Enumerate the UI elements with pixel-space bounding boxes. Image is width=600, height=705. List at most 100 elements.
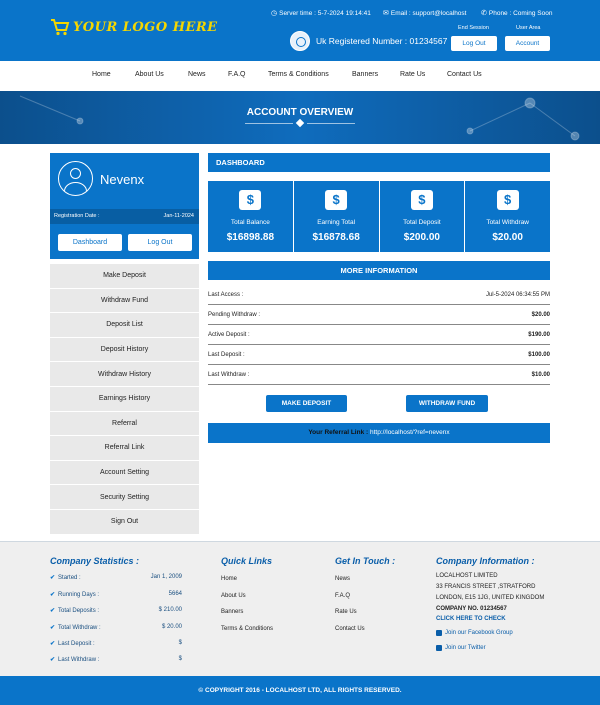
referral-link-bar: Your Referral Link : http://localhost/?r… bbox=[208, 423, 550, 443]
info-label: Last Access : bbox=[208, 292, 244, 298]
menu-deposit-list[interactable]: Deposit List bbox=[50, 313, 199, 338]
info-value: $190.00 bbox=[528, 332, 550, 338]
nav-terms[interactable]: Terms & Conditions bbox=[268, 71, 329, 78]
footer-stat-value: $ 210.00 bbox=[158, 607, 182, 613]
menu-account-setting[interactable]: Account Setting bbox=[50, 460, 199, 486]
facebook-icon bbox=[436, 630, 442, 636]
check-icon: ✔ bbox=[50, 641, 56, 647]
clock-icon: ◷ bbox=[271, 10, 278, 17]
quick-links-title: Quick Links bbox=[221, 556, 273, 566]
company-information-title: Company Information : bbox=[436, 556, 535, 566]
footer-stat-label: Started : bbox=[58, 575, 81, 581]
user-avatar-icon bbox=[58, 161, 93, 196]
profile-name: Nevenx bbox=[100, 172, 145, 187]
click-here-link[interactable]: CLICK HERE TO CHECK bbox=[436, 616, 506, 622]
facebook-link[interactable]: Join our Facebook Group bbox=[436, 630, 513, 636]
info-last-deposit: Last Deposit : $100.00 bbox=[208, 345, 550, 365]
facebook-text: Join our Facebook Group bbox=[445, 630, 513, 636]
hand-money-icon: $ bbox=[410, 190, 433, 210]
get-in-touch-title: Get In Touch : bbox=[335, 556, 396, 566]
info-label: Active Deposit : bbox=[208, 332, 250, 338]
main-nav: Home About Us News F.A.Q Terms & Conditi… bbox=[0, 61, 600, 91]
site-logo[interactable]: YOUR LOGO HERE bbox=[50, 17, 218, 37]
nav-contact-us[interactable]: Contact Us bbox=[447, 71, 482, 78]
menu-deposit-history[interactable]: Deposit History bbox=[50, 337, 199, 363]
check-icon: ✔ bbox=[50, 625, 56, 631]
stat-earning-total: $ Earning Total $16878.68 bbox=[294, 181, 380, 252]
money-bill-icon: $ bbox=[239, 190, 262, 210]
footer-stat-running-days: ✔ Running Days : bbox=[50, 591, 99, 598]
nav-about-us[interactable]: About Us bbox=[135, 71, 164, 78]
info-last-access: Last Access : Jul-5-2024 06:34:55 PM bbox=[208, 285, 550, 305]
company-name: LOCALHOST LIMITED bbox=[436, 573, 498, 579]
title-divider-right bbox=[307, 123, 355, 124]
nav-banners[interactable]: Banners bbox=[352, 71, 378, 78]
top-header: YOUR LOGO HERE ◷ Server time : 5-7-2024 … bbox=[0, 0, 600, 61]
footer-stat-value: 5664 bbox=[168, 591, 182, 597]
end-session-label: End Session bbox=[458, 25, 489, 31]
chart-dollar-icon: $ bbox=[496, 190, 519, 210]
menu-make-deposit[interactable]: Make Deposit bbox=[50, 264, 199, 289]
footer-stat-total-withdraw: ✔ Total Withdraw : bbox=[50, 624, 101, 631]
footer-link-banners[interactable]: Banners bbox=[221, 609, 243, 615]
twitter-text: Join our Twitter bbox=[445, 645, 486, 651]
check-icon: ✔ bbox=[50, 608, 56, 614]
crest-icon bbox=[290, 31, 310, 51]
cart-icon bbox=[51, 19, 70, 36]
page-title: ACCOUNT OVERVIEW bbox=[246, 107, 354, 118]
nav-news[interactable]: News bbox=[188, 71, 206, 78]
footer-link-news[interactable]: News bbox=[335, 576, 350, 582]
footer-link-home[interactable]: Home bbox=[221, 576, 237, 582]
footer-stat-label: Last Withdraw : bbox=[58, 657, 100, 663]
footer-link-faq[interactable]: F.A.Q bbox=[335, 593, 350, 599]
footer-link-about-us[interactable]: About Us bbox=[221, 593, 246, 599]
stat-label: Earning Total bbox=[317, 219, 356, 226]
footer-link-terms[interactable]: Terms & Conditions bbox=[221, 626, 273, 632]
footer-stat-started: ✔ Started : bbox=[50, 574, 81, 581]
footer-link-contact-us[interactable]: Contact Us bbox=[335, 626, 365, 632]
twitter-icon bbox=[436, 645, 442, 651]
briefcase-dollar-icon: $ bbox=[325, 190, 348, 210]
stat-total-withdraw: $ Total Withdraw $20.00 bbox=[465, 181, 550, 252]
logo-text: YOUR LOGO HERE bbox=[73, 19, 218, 35]
menu-withdraw-history[interactable]: Withdraw History bbox=[50, 362, 199, 387]
footer-stat-label: Running Days : bbox=[58, 592, 100, 598]
withdraw-fund-button[interactable]: WITHDRAW FUND bbox=[406, 395, 488, 412]
menu-referral[interactable]: Referral bbox=[50, 411, 199, 437]
footer: Company Statistics : ✔ Started : Jan 1, 2… bbox=[0, 541, 600, 676]
dashboard-button[interactable]: Dashboard bbox=[58, 234, 122, 251]
dashboard-heading: DASHBOARD bbox=[208, 153, 550, 172]
profile-logout-button[interactable]: Log Out bbox=[128, 234, 192, 251]
company-street: 33 FRANCIS STREET ,STRATFORD bbox=[436, 584, 536, 590]
profile-card: Nevenx Registration Date : Jan-11-2024 D… bbox=[50, 153, 199, 259]
nav-faq[interactable]: F.A.Q bbox=[228, 71, 246, 78]
footer-stat-label: Total Deposits : bbox=[58, 608, 100, 614]
menu-earnings-history[interactable]: Earnings History bbox=[50, 386, 199, 412]
twitter-link[interactable]: Join our Twitter bbox=[436, 645, 486, 651]
header-logout-button[interactable]: Log Out bbox=[451, 36, 497, 51]
phone-icon: ✆ bbox=[481, 10, 487, 17]
registration-date: Jan-11-2024 bbox=[163, 213, 194, 219]
menu-withdraw-fund[interactable]: Withdraw Fund bbox=[50, 288, 199, 314]
footer-link-rate-us[interactable]: Rate Us bbox=[335, 609, 357, 615]
nav-rate-us[interactable]: Rate Us bbox=[400, 71, 425, 78]
page-banner: ACCOUNT OVERVIEW bbox=[0, 91, 600, 144]
header-account-button[interactable]: Account bbox=[505, 36, 550, 51]
nav-home[interactable]: Home bbox=[92, 71, 111, 78]
check-icon: ✔ bbox=[50, 592, 56, 598]
company-statistics-title: Company Statistics : bbox=[50, 556, 140, 566]
referral-url[interactable]: http://localhost/?ref=nevenx bbox=[370, 429, 450, 436]
info-label: Pending Withdraw : bbox=[208, 312, 261, 318]
footer-stat-value: $ bbox=[178, 656, 182, 662]
menu-security-setting[interactable]: Security Setting bbox=[50, 485, 199, 510]
footer-stat-value: Jan 1, 2009 bbox=[150, 574, 182, 580]
make-deposit-button[interactable]: MAKE DEPOSIT bbox=[266, 395, 347, 412]
registered-number: Uk Registered Number : 01234567 bbox=[290, 31, 447, 51]
info-label: Last Deposit : bbox=[208, 352, 245, 358]
menu-referral-link[interactable]: Referral Link bbox=[50, 436, 199, 461]
company-number: COMPANY NO. 01234567 bbox=[436, 606, 507, 612]
referral-label: Your Referral Link : bbox=[308, 429, 369, 436]
more-information-heading: MORE INFORMATION bbox=[208, 261, 550, 280]
info-value: $10.00 bbox=[531, 372, 550, 378]
menu-sign-out[interactable]: Sign Out bbox=[50, 509, 199, 535]
